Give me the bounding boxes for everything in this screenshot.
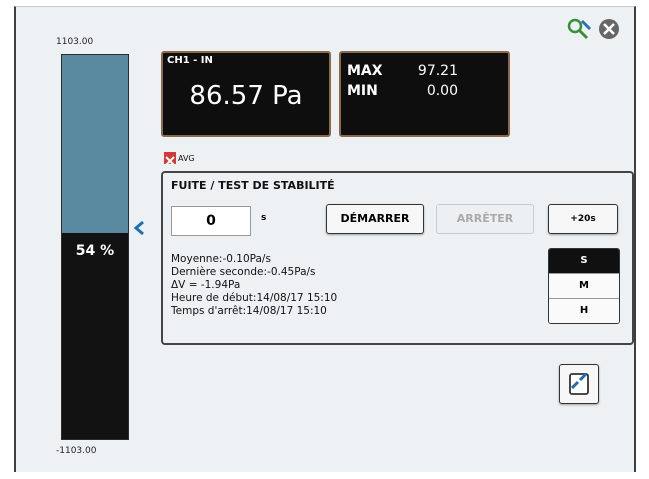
leak-test-title: FUITE / TEST DE STABILITÉ: [171, 179, 335, 192]
unit-seconds-button[interactable]: S: [549, 249, 619, 274]
add-20s-button[interactable]: +20s: [548, 204, 618, 234]
avg-toggle[interactable]: AVG: [164, 152, 195, 166]
channel-label: CH1 - IN: [167, 55, 213, 66]
time-unit-selector: S M H: [548, 248, 620, 324]
channel-display[interactable]: CH1 - IN 86.57 Pa: [161, 51, 331, 137]
avg-label: AVG: [178, 153, 195, 163]
top-icons: [566, 17, 620, 45]
min-value: 0.00: [426, 83, 458, 99]
unit-hours-button[interactable]: H: [549, 299, 619, 323]
channel-value: 86.57 Pa: [189, 81, 303, 111]
stat-last-second: Dernière seconde:-0.45Pa/s: [171, 266, 316, 278]
main-panel: 1103.00 54 % -1103.00 CH1 - IN 86.57 Pa …: [14, 6, 636, 472]
stat-start-time: Heure de début:14/08/17 15:10: [171, 292, 338, 304]
leak-test-panel: FUITE / TEST DE STABILITÉ 0 s DÉMARRER A…: [161, 171, 634, 345]
start-button[interactable]: DÉMARRER: [326, 204, 424, 234]
pressure-gauge: 54 %: [61, 54, 129, 440]
close-icon[interactable]: [598, 18, 620, 44]
max-label: MAX: [347, 63, 383, 79]
stat-stop-time: Temps d'arrêt:14/08/17 15:10: [171, 305, 327, 317]
gauge-percent: 54 %: [75, 242, 115, 259]
avg-checkbox[interactable]: [164, 152, 176, 166]
gauge-min-label: -1103.00: [56, 446, 97, 456]
stop-button[interactable]: ARRÊTER: [436, 204, 534, 234]
swap-icon[interactable]: [559, 364, 599, 404]
wrench-magnifier-icon[interactable]: [566, 17, 592, 45]
leak-test-stats: Moyenne:-0.10Pa/s Dernière seconde:-0.45…: [171, 253, 337, 318]
duration-field[interactable]: 0: [171, 206, 251, 236]
minmax-display[interactable]: MAX 97.21 MIN 0.00: [339, 51, 510, 137]
gauge-fill: [62, 55, 128, 233]
duration-unit: s: [261, 213, 267, 223]
min-label: MIN: [347, 83, 378, 99]
gauge-max-label: 1103.00: [56, 37, 94, 47]
chevron-left-icon: [133, 220, 145, 240]
unit-minutes-button[interactable]: M: [549, 274, 619, 299]
stat-average: Moyenne:-0.10Pa/s: [171, 253, 271, 265]
max-value: 97.21: [417, 63, 458, 79]
stat-delta-v: ΔV = -1.94Pa: [171, 279, 241, 291]
